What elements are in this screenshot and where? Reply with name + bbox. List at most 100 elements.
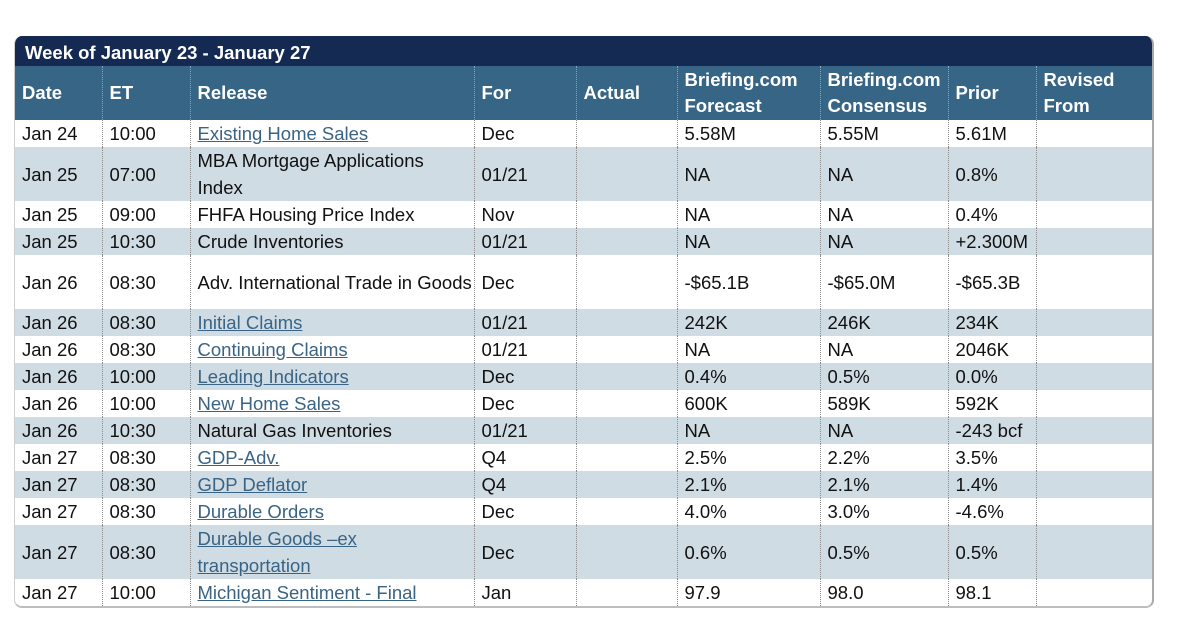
cell-revised xyxy=(1035,336,1152,363)
cell-prior: 0.0% xyxy=(947,363,1036,390)
cell-forecast: NA xyxy=(676,336,820,363)
cell-for: 01/21 xyxy=(473,228,576,255)
cell-actual xyxy=(575,471,677,498)
cell-revised xyxy=(1035,471,1152,498)
cell-et: 08:30 xyxy=(101,444,190,471)
cell-prior: -243 bcf xyxy=(947,417,1036,444)
release-link[interactable]: Durable Orders xyxy=(198,501,324,522)
cell-consensus: NA xyxy=(819,336,948,363)
cell-prior: 98.1 xyxy=(947,579,1036,606)
cell-actual xyxy=(575,390,677,417)
cell-prior: 5.61M xyxy=(947,120,1036,147)
cell-et: 10:00 xyxy=(101,390,190,417)
cell-forecast: 0.6% xyxy=(676,525,820,579)
cell-release: Crude Inventories xyxy=(189,228,474,255)
column-header-et: ET xyxy=(101,66,190,120)
cell-forecast: 2.1% xyxy=(676,471,820,498)
cell-et: 08:30 xyxy=(101,498,190,525)
cell-release: GDP-Adv. xyxy=(189,444,474,471)
release-link[interactable]: Existing Home Sales xyxy=(198,123,369,144)
forecast-header-line1: Briefing.com xyxy=(684,69,798,90)
cell-date: Jan 25 xyxy=(15,147,102,201)
cell-consensus: 246K xyxy=(819,309,948,336)
cell-date: Jan 24 xyxy=(22,123,78,144)
cell-prior: -4.6% xyxy=(947,498,1036,525)
cell-forecast: NA xyxy=(676,147,820,201)
cell-revised xyxy=(1035,228,1152,255)
release-link[interactable]: New Home Sales xyxy=(198,393,341,414)
cell-et: 10:00 xyxy=(101,363,190,390)
cell-prior: -$65.3B xyxy=(947,255,1036,309)
cell-revised xyxy=(1035,579,1152,606)
cell-for: Dec xyxy=(473,363,576,390)
cell-prior: 2046K xyxy=(947,336,1036,363)
cell-actual xyxy=(575,309,677,336)
forecast-header-line2: Forecast xyxy=(684,95,762,116)
cell-forecast: NA xyxy=(676,228,820,255)
cell-release: Leading Indicators xyxy=(189,363,474,390)
table-row: Jan 27 08:30 GDP-Adv. Q4 2.5% 2.2% 3.5% xyxy=(15,444,1152,471)
cell-date: Jan 27 xyxy=(15,471,102,498)
cell-actual xyxy=(575,336,677,363)
cell-for: 01/21 xyxy=(473,147,576,201)
column-header-for: For xyxy=(473,66,576,120)
week-title: Week of January 23 - January 27 xyxy=(15,36,1152,66)
cell-actual xyxy=(575,120,677,147)
cell-forecast: 2.5% xyxy=(676,444,820,471)
cell-et: 09:00 xyxy=(101,201,190,228)
release-link[interactable]: Leading Indicators xyxy=(198,366,349,387)
cell-date: Jan 27 xyxy=(22,447,78,468)
cell-consensus: 5.55M xyxy=(819,120,948,147)
cell-release: Natural Gas Inventories xyxy=(189,417,474,444)
cell-release: MBA Mortgage Applications Index xyxy=(189,147,474,201)
cell-release: New Home Sales xyxy=(189,390,474,417)
release-link[interactable]: GDP-Adv. xyxy=(198,447,280,468)
release-link[interactable]: Michigan Sentiment - Final xyxy=(198,582,417,603)
cell-consensus: 3.0% xyxy=(819,498,948,525)
column-header-date: Date xyxy=(15,66,102,120)
column-header-release: Release xyxy=(189,66,474,120)
release-link[interactable]: Initial Claims xyxy=(198,312,303,333)
revised-header-line1: Revised xyxy=(1043,69,1115,90)
cell-release: Adv. International Trade in Goods xyxy=(189,255,474,309)
cell-for: Jan xyxy=(473,579,576,606)
cell-prior: 1.4% xyxy=(947,471,1036,498)
table-row: Jan 26 08:30 Initial Claims 01/21 242K 246K 23… xyxy=(15,309,1152,336)
cell-prior: 0.4% xyxy=(947,201,1036,228)
cell-revised xyxy=(1035,498,1152,525)
cell-forecast: 0.4% xyxy=(676,363,820,390)
cell-for: 01/21 xyxy=(473,309,576,336)
cell-for: 01/21 xyxy=(473,336,576,363)
cell-et: 08:30 xyxy=(101,525,190,579)
cell-et: 07:00 xyxy=(101,147,190,201)
cell-for: Dec xyxy=(473,525,576,579)
cell-forecast: 5.58M xyxy=(676,120,820,147)
cell-release: Durable Orders xyxy=(189,498,474,525)
cell-consensus: NA xyxy=(819,417,948,444)
cell-prior: 592K xyxy=(947,390,1036,417)
cell-consensus: 2.2% xyxy=(819,444,948,471)
cell-prior: 234K xyxy=(947,309,1036,336)
cell-release: GDP Deflator xyxy=(189,471,474,498)
cell-for: Dec xyxy=(473,120,576,147)
release-link[interactable]: Continuing Claims xyxy=(198,339,348,360)
column-header-actual: Actual xyxy=(575,66,677,120)
table-row: Jan 26 08:30 Adv. International Trade in G… xyxy=(15,255,1152,309)
release-link[interactable]: GDP Deflator xyxy=(198,474,308,495)
cell-release: Continuing Claims xyxy=(189,336,474,363)
table-row: Jan 24 10:00 Existing Home Sales Dec 5.58M 5.… xyxy=(15,120,1152,147)
cell-actual xyxy=(575,417,677,444)
cell-revised xyxy=(1035,390,1152,417)
table-row: Jan 26 10:00 Leading Indicators Dec 0.4% 0.5%… xyxy=(15,363,1152,390)
cell-date: Jan 26 xyxy=(22,339,78,360)
table-row: Jan 25 10:30 Crude Inventories 01/21 NA NA +2.… xyxy=(15,228,1152,255)
revised-header-line2: From xyxy=(1043,95,1090,116)
cell-consensus: 98.0 xyxy=(819,579,948,606)
cell-for: Q4 xyxy=(473,444,576,471)
cell-consensus: NA xyxy=(819,147,948,201)
cell-date: Jan 26 xyxy=(15,309,102,336)
table-row: Jan 27 08:30 Durable Goods –ex transportat… xyxy=(15,525,1152,579)
release-link[interactable]: Durable Goods –ex transportation xyxy=(198,528,357,576)
cell-revised xyxy=(1035,363,1152,390)
cell-date: Jan 26 xyxy=(15,363,102,390)
